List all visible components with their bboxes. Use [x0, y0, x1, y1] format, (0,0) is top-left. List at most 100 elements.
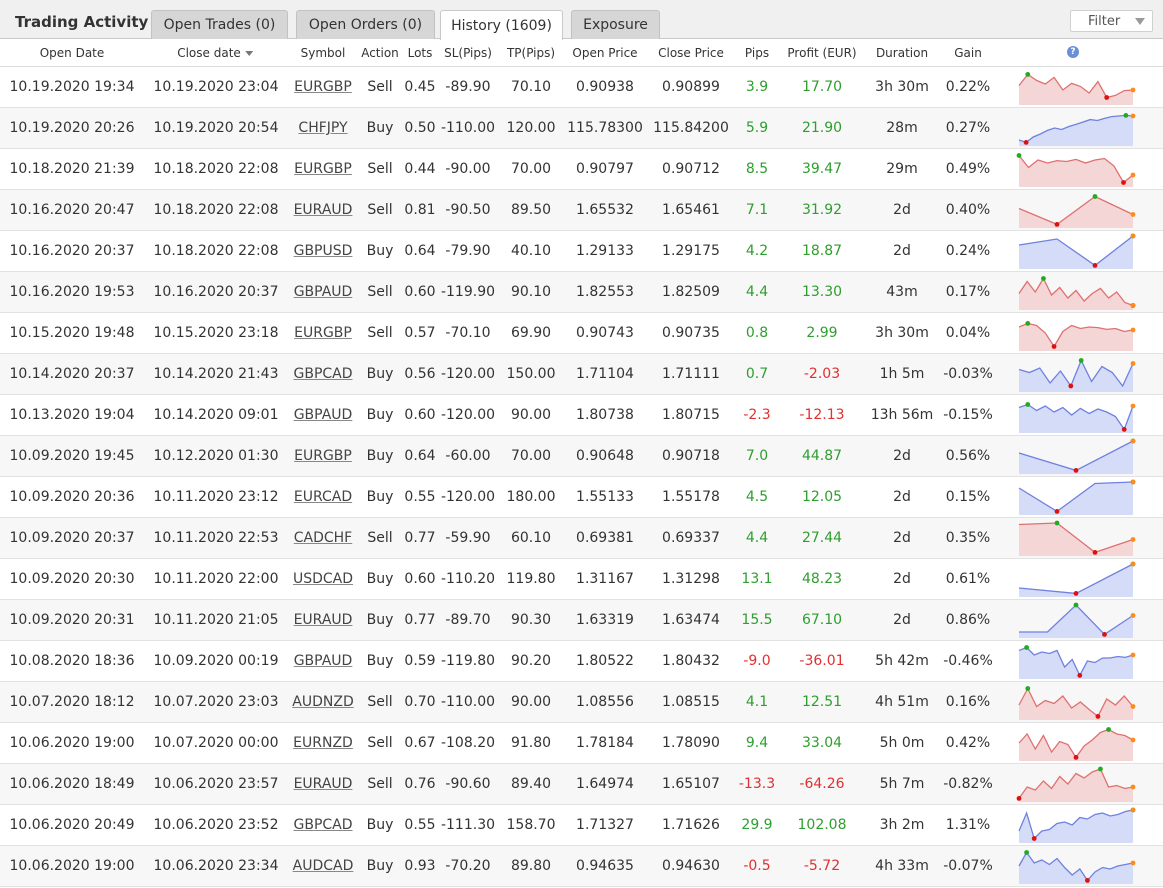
table-row[interactable]: 10.09.2020 19:45 10.12.2020 01:30 EURGBP Bu… — [0, 436, 1163, 477]
sparkline-area — [1019, 647, 1133, 679]
col-pips[interactable]: Pips — [745, 46, 769, 60]
trade-sparkline — [1018, 520, 1136, 556]
table-row[interactable]: 10.13.2020 19:04 10.14.2020 09:01 GBPAUD Bu… — [0, 395, 1163, 436]
table-row[interactable]: 10.16.2020 20:47 10.18.2020 22:08 EURAUD Se… — [0, 190, 1163, 231]
sparkline-last-point — [1130, 403, 1136, 409]
action-cell: Sell — [367, 284, 393, 300]
gain-cell: -0.07% — [943, 858, 993, 874]
symbol-link[interactable]: GBPUSD — [294, 243, 353, 259]
sl-pips-cell: -110.00 — [440, 694, 496, 710]
close-date-cell: 10.06.2020 23:57 — [153, 776, 279, 792]
table-row[interactable]: 10.09.2020 20:31 10.11.2020 21:05 EURAUD Bu… — [0, 600, 1163, 641]
sparkline-area — [1019, 278, 1133, 310]
symbol-link[interactable]: EURAUD — [294, 202, 353, 218]
symbol-link[interactable]: EURNZD — [293, 735, 353, 751]
symbol-link[interactable]: AUDNZD — [292, 694, 353, 710]
symbol-link[interactable]: EURAUD — [294, 612, 353, 628]
duration-cell: 2d — [893, 612, 911, 628]
table-row[interactable]: 10.06.2020 19:00 10.06.2020 23:34 AUDCAD Bu… — [0, 846, 1163, 887]
tab-bar: Trading Activity Open Trades (0) Open Or… — [0, 0, 1163, 40]
sl-pips-cell: -70.20 — [445, 858, 491, 874]
open-price-cell: 115.78300 — [567, 120, 643, 136]
symbol-link[interactable]: GBPCAD — [293, 817, 352, 833]
table-row[interactable]: 10.19.2020 19:34 10.19.2020 23:04 EURGBP Se… — [0, 67, 1163, 108]
col-tp-pips[interactable]: TP(Pips) — [507, 46, 555, 60]
open-date-cell: 10.06.2020 20:49 — [9, 817, 135, 833]
tab-open-trades[interactable]: Open Trades (0) — [151, 10, 288, 39]
table-row[interactable]: 10.09.2020 20:37 10.11.2020 22:53 CADCHF Se… — [0, 518, 1163, 559]
tab-history[interactable]: History (1609) — [440, 10, 563, 40]
col-duration[interactable]: Duration — [876, 46, 928, 60]
table-row[interactable]: 10.09.2020 20:36 10.11.2020 23:12 EURCAD Bu… — [0, 477, 1163, 518]
table-row[interactable]: 10.16.2020 19:53 10.16.2020 20:37 GBPAUD Se… — [0, 272, 1163, 313]
action-cell: Buy — [366, 366, 394, 382]
lots-cell: 0.77 — [404, 530, 436, 546]
close-price-cell: 1.31298 — [662, 571, 720, 587]
col-profit[interactable]: Profit (EUR) — [787, 46, 856, 60]
gain-cell: 0.40% — [945, 202, 991, 218]
close-date-cell: 10.18.2020 22:08 — [153, 243, 279, 259]
tab-open-orders[interactable]: Open Orders (0) — [296, 10, 435, 39]
table-header: Open Date Close date Symbol Action Lots … — [0, 39, 1163, 67]
close-price-cell: 0.90718 — [662, 448, 720, 464]
symbol-link[interactable]: EURAUD — [294, 776, 353, 792]
col-action[interactable]: Action — [361, 46, 399, 60]
profit-cell: -36.01 — [799, 653, 845, 669]
col-close-price[interactable]: Close Price — [658, 46, 724, 60]
pips-cell: 5.9 — [745, 120, 769, 136]
symbol-link[interactable]: EURGBP — [294, 79, 352, 95]
help-icon[interactable]: ? — [1067, 46, 1079, 58]
pips-cell: 4.5 — [745, 489, 769, 505]
table-row[interactable]: 10.16.2020 20:37 10.18.2020 22:08 GBPUSD Bu… — [0, 231, 1163, 272]
col-open-date[interactable]: Open Date — [40, 46, 105, 60]
symbol-link[interactable]: GBPCAD — [293, 366, 352, 382]
col-symbol[interactable]: Symbol — [301, 46, 346, 60]
action-cell: Buy — [366, 653, 394, 669]
tp-pips-cell: 90.00 — [510, 694, 552, 710]
col-open-price[interactable]: Open Price — [572, 46, 637, 60]
symbol-link[interactable]: GBPAUD — [294, 653, 353, 669]
open-date-cell: 10.09.2020 20:31 — [9, 612, 135, 628]
sparkline-high-point — [1025, 72, 1031, 77]
col-close-date[interactable]: Close date — [177, 46, 253, 60]
symbol-link[interactable]: USDCAD — [293, 571, 353, 587]
table-row[interactable]: 10.19.2020 20:26 10.19.2020 20:54 CHFJPY Bu… — [0, 108, 1163, 149]
tab-exposure[interactable]: Exposure — [571, 10, 660, 39]
table-row[interactable]: 10.07.2020 18:12 10.07.2020 23:03 AUDNZD Se… — [0, 682, 1163, 723]
table-row[interactable]: 10.08.2020 18:36 10.09.2020 00:19 GBPAUD Bu… — [0, 641, 1163, 682]
symbol-link[interactable]: EURGBP — [294, 448, 352, 464]
open-date-cell: 10.09.2020 19:45 — [9, 448, 135, 464]
symbol-link[interactable]: GBPAUD — [294, 407, 353, 423]
chevron-down-icon — [1135, 18, 1145, 25]
col-gain[interactable]: Gain — [954, 46, 982, 60]
action-cell: Buy — [366, 448, 394, 464]
open-date-cell: 10.16.2020 19:53 — [9, 284, 135, 300]
symbol-link[interactable]: CHFJPY — [298, 120, 347, 136]
sparkline-high-point — [1106, 727, 1111, 732]
table-row[interactable]: 10.09.2020 20:30 10.11.2020 22:00 USDCAD Bu… — [0, 559, 1163, 600]
table-row[interactable]: 10.06.2020 20:49 10.06.2020 23:52 GBPCAD Bu… — [0, 805, 1163, 846]
table-row[interactable]: 10.15.2020 19:48 10.15.2020 23:18 EURGBP Se… — [0, 313, 1163, 354]
pips-cell: -2.3 — [743, 407, 771, 423]
col-lots[interactable]: Lots — [408, 46, 433, 60]
pips-cell: -13.3 — [738, 776, 776, 792]
symbol-link[interactable]: EURCAD — [294, 489, 352, 505]
table-row[interactable]: 10.06.2020 18:49 10.06.2020 23:57 EURAUD Se… — [0, 764, 1163, 805]
col-sl-pips[interactable]: SL(Pips) — [444, 46, 492, 60]
table-row[interactable]: 10.18.2020 21:39 10.18.2020 22:08 EURGBP Se… — [0, 149, 1163, 190]
symbol-link[interactable]: EURGBP — [294, 161, 352, 177]
symbol-link[interactable]: AUDCAD — [293, 858, 354, 874]
symbol-link[interactable]: CADCHF — [294, 530, 353, 546]
symbol-link[interactable]: GBPAUD — [294, 284, 353, 300]
tp-pips-cell: 120.00 — [506, 120, 556, 136]
lots-cell: 0.64 — [404, 243, 436, 259]
sl-pips-cell: -119.90 — [440, 284, 496, 300]
tp-pips-cell: 70.00 — [510, 161, 552, 177]
sparkline-area — [1019, 115, 1133, 146]
profit-cell: 2.99 — [806, 325, 838, 341]
symbol-link[interactable]: EURGBP — [294, 325, 352, 341]
sl-pips-cell: -108.20 — [440, 735, 496, 751]
filter-button[interactable]: Filter — [1070, 10, 1153, 32]
table-row[interactable]: 10.06.2020 19:00 10.07.2020 00:00 EURNZD Se… — [0, 723, 1163, 764]
table-row[interactable]: 10.14.2020 20:37 10.14.2020 21:43 GBPCAD Bu… — [0, 354, 1163, 395]
